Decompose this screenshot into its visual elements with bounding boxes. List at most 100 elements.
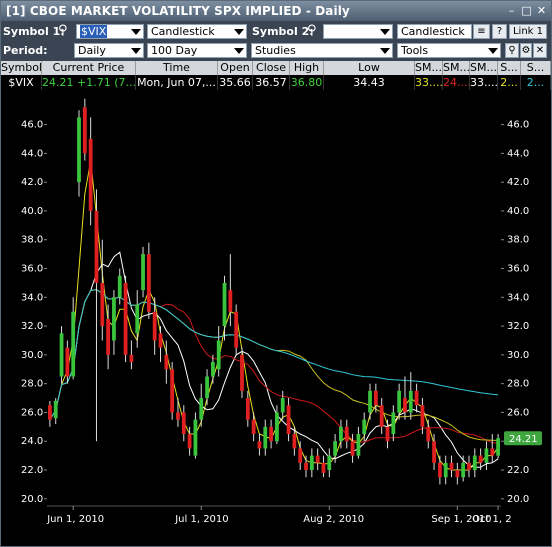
y-tick-label-left: 30.0 — [21, 350, 43, 361]
window-title: [1] CBOE MARKET VOLATILITY SPX IMPLIED -… — [6, 4, 350, 18]
y-tick-label-left: 26.0 — [21, 407, 43, 418]
cell-symbol: $VIX — [1, 75, 42, 90]
candle-body — [228, 290, 233, 312]
candle-body — [443, 462, 448, 478]
candle-body — [455, 470, 460, 478]
y-tick-label-right: 26.0 — [507, 407, 529, 418]
candle-body — [193, 419, 198, 456]
chart-window: [1] CBOE MARKET VOLATILITY SPX IMPLIED -… — [0, 0, 552, 547]
symbol2-input[interactable] — [323, 24, 393, 39]
close-panel-icon[interactable]: ✕ — [533, 43, 547, 58]
candle-body — [391, 412, 396, 435]
candle-body — [222, 282, 227, 327]
period-select[interactable]: Daily — [74, 43, 144, 58]
col-header[interactable]: SM... — [470, 61, 498, 75]
cell-sma4: 2... — [498, 75, 521, 90]
y-tick-label-right: 22.0 — [507, 465, 529, 476]
maximize-icon[interactable]: □ — [520, 4, 533, 17]
candle-body — [210, 362, 215, 377]
help-button[interactable]: ? — [492, 24, 507, 39]
cell-high: 36.80 — [290, 75, 324, 90]
candle-body — [298, 448, 303, 463]
candle-body — [269, 426, 273, 442]
minimize-icon[interactable]: – — [505, 4, 518, 17]
candle-body — [432, 441, 436, 463]
y-tick-label-left: 36.0 — [21, 264, 43, 275]
candle-body — [408, 390, 413, 413]
candle-body — [339, 426, 343, 442]
cell-current-price: 24.21 +1.71 (7.... — [42, 75, 136, 90]
col-header[interactable]: SM... — [415, 61, 443, 75]
price-chart[interactable]: 20.020.022.022.024.024.026.026.028.028.0… — [1, 91, 551, 546]
col-header[interactable]: SM... — [443, 61, 470, 75]
y-tick-label-left: 44.0 — [21, 148, 43, 159]
col-header[interactable]: Symbol — [1, 61, 42, 75]
candle-body — [362, 419, 367, 435]
studies-value: Studies — [255, 44, 296, 57]
range-value: 100 Day — [151, 44, 198, 57]
candle-body — [106, 318, 111, 355]
cell-sma2: 24.... — [443, 75, 470, 90]
link-button[interactable]: Link 1 — [509, 24, 547, 39]
title-bar[interactable]: [1] CBOE MARKET VOLATILITY SPX IMPLIED -… — [1, 1, 551, 21]
col-header[interactable]: Close — [253, 61, 290, 75]
close-icon[interactable]: ✕ — [535, 4, 548, 17]
sma-mid-line — [49, 251, 499, 468]
candle-body — [379, 405, 384, 427]
col-header[interactable]: Open — [218, 61, 253, 75]
candle-body — [275, 412, 279, 442]
col-header[interactable]: High — [290, 61, 324, 75]
candle-body — [292, 434, 297, 449]
candle-body — [245, 398, 250, 420]
candle-body — [100, 282, 105, 327]
period-label: Period: — [3, 44, 48, 57]
chevron-down-icon — [131, 29, 141, 35]
symbol1-input[interactable]: $VIX — [76, 24, 144, 39]
search-icon[interactable]: ⚲ — [58, 23, 68, 38]
candle-body — [309, 455, 314, 471]
range-select[interactable]: 100 Day — [147, 43, 247, 58]
zoom-icon[interactable]: ⚲ — [505, 43, 519, 58]
cell-sma5: 2... — [521, 75, 551, 90]
chart-type2-select[interactable]: Candlestick — [397, 24, 472, 39]
settings-icon[interactable]: ⚙ — [520, 43, 532, 58]
studies-select[interactable]: Studies — [251, 43, 393, 58]
col-header[interactable]: Time — [136, 61, 218, 75]
candle-body — [257, 441, 262, 449]
tools-select[interactable]: Tools — [397, 43, 501, 58]
y-tick-label-right: 42.0 — [507, 177, 529, 188]
y-tick-label-left: 32.0 — [21, 321, 43, 332]
y-tick-label-right: 30.0 — [507, 350, 529, 361]
col-header[interactable]: Current Price — [42, 61, 136, 75]
candle-body — [71, 311, 76, 377]
candle-body — [344, 426, 349, 442]
chart-type1-select[interactable]: Candlestick — [147, 24, 247, 39]
candle-body — [170, 369, 175, 413]
search-icon[interactable]: ⚲ — [307, 23, 317, 38]
chevron-down-icon — [488, 48, 498, 54]
sma-cyan-line — [49, 289, 499, 420]
menu-icon[interactable]: ≡ — [473, 24, 490, 39]
price-change-value: +1.71 (7.... — [77, 76, 136, 89]
tools-value: Tools — [401, 44, 429, 57]
col-header[interactable]: Low — [324, 61, 415, 75]
candle-body — [449, 462, 454, 471]
y-tick-label-left: 24.0 — [21, 436, 43, 447]
candle-body — [187, 434, 192, 449]
candle-body — [141, 254, 145, 291]
sma-red-line — [49, 289, 499, 444]
candle-body — [65, 347, 70, 377]
col-header[interactable]: S... — [498, 61, 521, 75]
candle-body — [152, 311, 157, 341]
quote-table: Symbol Current Price Time Open Close Hig… — [1, 61, 551, 91]
symbol1-value: $VIX — [80, 25, 108, 38]
chevron-down-icon — [131, 48, 141, 54]
y-tick-label-left: 42.0 — [21, 177, 43, 188]
y-tick-label-right: 36.0 — [507, 264, 529, 275]
candle-body — [94, 210, 99, 283]
y-tick-label-left: 28.0 — [21, 379, 43, 390]
col-header[interactable]: S... — [521, 61, 551, 75]
candle-body — [496, 438, 500, 456]
y-tick-label-right: 38.0 — [507, 235, 529, 246]
y-tick-label-right: 40.0 — [507, 206, 529, 217]
